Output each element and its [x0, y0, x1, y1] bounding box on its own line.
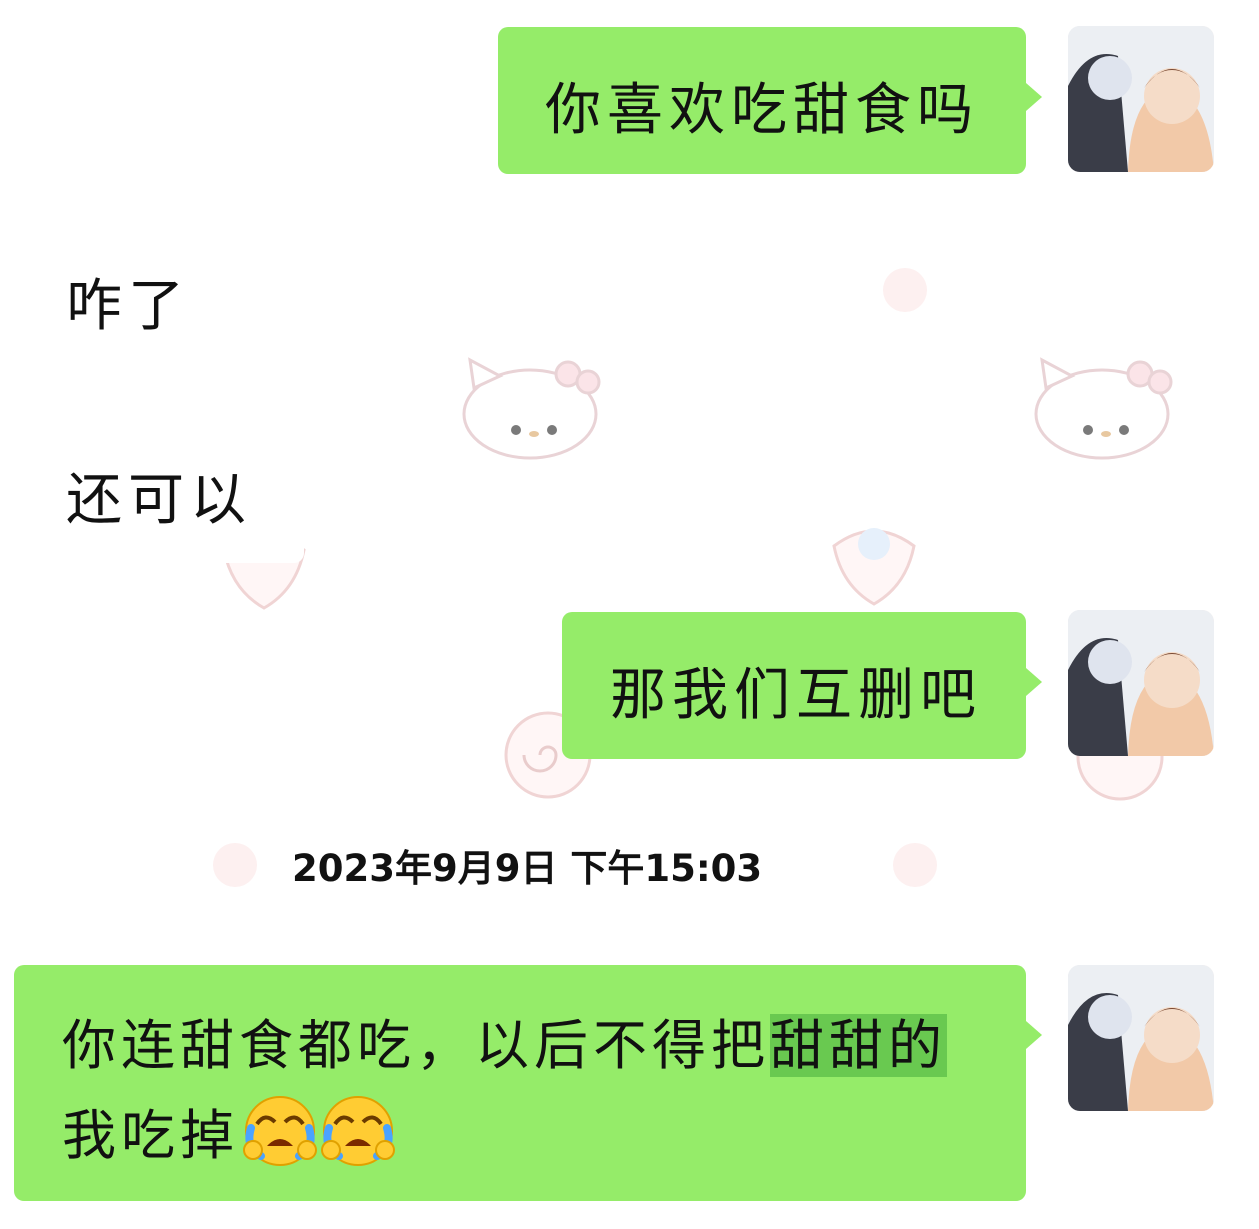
message-text: 还可以 [66, 468, 252, 533]
avatar[interactable] [1068, 965, 1214, 1111]
message-bubble-sent[interactable]: 你喜欢吃甜食吗 [498, 27, 1042, 174]
message-bubble-received[interactable]: 咋了 [14, 226, 234, 370]
message-bubble-sent[interactable]: 那我们互删吧 [562, 612, 1042, 759]
crying-face-icon [243, 1095, 317, 1166]
highlighted-text[interactable]: 甜甜的 [770, 1014, 947, 1077]
flower-icon [213, 843, 257, 887]
hello-kitty-icon [1034, 357, 1173, 460]
strawberry-icon [832, 528, 916, 606]
avatar[interactable] [1068, 610, 1214, 756]
message-text: 你喜欢吃甜食吗 [545, 78, 979, 143]
message-timestamp: 2023年9月9日 下午15:03 [292, 847, 763, 890]
avatar[interactable] [1068, 26, 1214, 172]
hello-kitty-icon [462, 357, 601, 460]
flower-icon [883, 268, 927, 312]
message-text-plain: 我吃掉 [62, 1104, 239, 1167]
message-bubble-received[interactable]: 还可以 [14, 415, 304, 563]
message-text-line: 我吃掉 [62, 1091, 395, 1170]
crying-face-icon [321, 1095, 395, 1166]
message-text-line: 你连甜食都吃，以后不得把甜甜的 [62, 1001, 947, 1080]
flower-icon [893, 843, 937, 887]
message-text: 那我们互删吧 [610, 663, 982, 728]
message-text: 咋了 [66, 274, 190, 339]
message-bubble-sent[interactable]: 你连甜食都吃，以后不得把甜甜的 我吃掉 [14, 965, 1042, 1201]
message-text-plain: 你连甜食都吃，以后不得把 [62, 1014, 770, 1077]
